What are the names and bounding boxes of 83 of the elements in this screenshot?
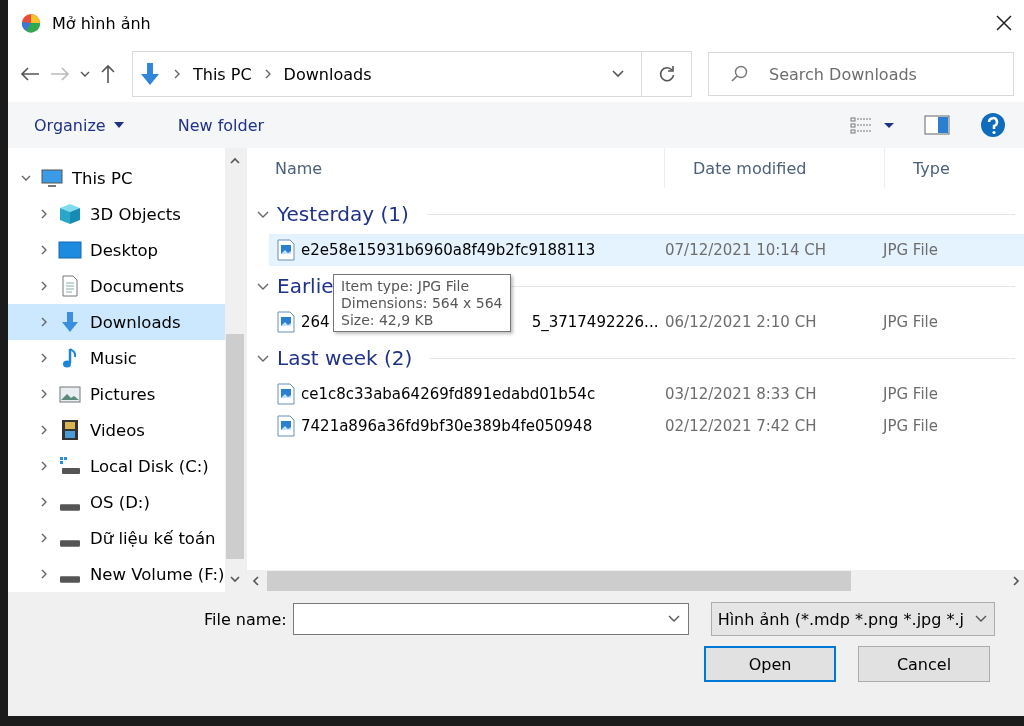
desktop-icon bbox=[58, 238, 82, 262]
type-cell-text: JPG File bbox=[883, 313, 939, 331]
file-name: ce1c8c33aba64269fd891edabd01b54c bbox=[301, 385, 596, 403]
window-title: Mở hình ảnh bbox=[52, 13, 152, 33]
help-icon[interactable] bbox=[980, 112, 1006, 138]
folder-tree-item[interactable]: Desktop bbox=[8, 232, 225, 268]
open-button[interactable]: Open bbox=[704, 646, 836, 682]
new-folder-button[interactable]: New folder bbox=[165, 111, 277, 139]
organize-button[interactable]: Organize bbox=[22, 111, 136, 139]
date-cell-text: 06/12/2021 2:10 CH bbox=[665, 313, 818, 331]
preview-pane-icon[interactable] bbox=[924, 115, 950, 135]
folder-tree-item[interactable]: Documents bbox=[8, 268, 225, 304]
image-file-icon bbox=[277, 383, 295, 405]
type-cell-text: JPG File bbox=[883, 385, 939, 403]
file-name: 7421a896a36fd9bf30e389b4fe050948 bbox=[301, 417, 593, 435]
date-cell-text: 07/12/2021 10:14 CH bbox=[665, 241, 827, 259]
tooltip-line: Dimensions: 564 x 564 bbox=[341, 295, 503, 311]
breadcrumb-item[interactable]: Downloads bbox=[283, 64, 372, 84]
tooltip-line: Item type: JPG File bbox=[341, 278, 471, 294]
caret-icon bbox=[113, 122, 124, 128]
scroll-right-icon[interactable] bbox=[1011, 575, 1021, 587]
scroll-up-icon[interactable] bbox=[229, 156, 242, 166]
app-logo-icon bbox=[20, 12, 42, 34]
file-row[interactable]: e2e58e15931b6960a8f49b2fc9188113 07/12/2021 10:14 CH JPG File bbox=[269, 234, 1024, 266]
breadcrumb-item[interactable]: This PC bbox=[193, 64, 252, 84]
group-header[interactable]: Earlie bbox=[277, 274, 334, 298]
folder-tree-item[interactable]: Videos bbox=[8, 412, 225, 448]
folder-tree-item[interactable]: Local Disk (C:) bbox=[8, 448, 225, 484]
close-icon[interactable] bbox=[996, 15, 1012, 31]
chevron-right-icon bbox=[173, 68, 181, 80]
folder-tree-item[interactable]: Pictures bbox=[8, 376, 225, 412]
image-file-icon bbox=[277, 239, 295, 261]
forward-arrow-icon bbox=[50, 66, 70, 82]
chevron-down-icon[interactable] bbox=[611, 69, 625, 79]
scrollbar-thumb[interactable] bbox=[267, 571, 851, 591]
file-type-dropdown[interactable]: Hình ảnh (*.mdp *.png *.jpg *.j bbox=[710, 602, 995, 636]
date-cell-text: 02/12/2021 7:42 CH bbox=[665, 417, 818, 435]
up-arrow-icon bbox=[100, 64, 116, 84]
image-file-icon bbox=[277, 311, 295, 333]
computer-icon bbox=[40, 166, 64, 190]
chevron-down-icon[interactable] bbox=[666, 614, 681, 624]
drive-icon bbox=[60, 575, 80, 583]
image-file-icon bbox=[277, 415, 295, 437]
back-arrow-icon bbox=[20, 66, 40, 82]
folder-tree-item[interactable]: OS (D:) bbox=[8, 484, 225, 520]
folder-tree-item[interactable]: Music bbox=[8, 340, 225, 376]
address-bar[interactable]: This PC Downloads bbox=[132, 51, 692, 97]
cancel-button[interactable]: Cancel bbox=[858, 646, 990, 682]
date-cell-text: 03/12/2021 8:33 CH bbox=[665, 385, 818, 403]
type-cell-text: JPG File bbox=[883, 241, 939, 259]
scrollbar-thumb[interactable] bbox=[226, 334, 245, 559]
group-header[interactable]: Yesterday (1) bbox=[277, 202, 409, 226]
folder-tree-item[interactable]: 3D Objects bbox=[8, 196, 225, 232]
drive-icon bbox=[60, 503, 80, 511]
folder-tree-item[interactable]: Dữ liệu kế toán bbox=[8, 520, 225, 556]
file-name-label: File name: bbox=[204, 609, 287, 629]
file-name-field[interactable] bbox=[292, 603, 689, 635]
type-cell-text: JPG File bbox=[883, 417, 939, 435]
scroll-left-icon[interactable] bbox=[251, 575, 261, 587]
search-field[interactable]: Search Downloads bbox=[708, 52, 1014, 96]
vertical-scrollbar[interactable] bbox=[224, 148, 246, 592]
horizontal-scrollbar[interactable] bbox=[247, 570, 1024, 592]
download-arrow-icon bbox=[139, 62, 161, 86]
file-name: 264 bbox=[301, 313, 330, 331]
cube-icon bbox=[58, 202, 82, 226]
chevron-right-icon bbox=[263, 68, 272, 80]
drive-icon bbox=[60, 539, 80, 547]
folder-tree-item[interactable]: Downloads bbox=[8, 304, 225, 340]
column-header[interactable]: Type bbox=[885, 148, 1024, 188]
scroll-down-icon[interactable] bbox=[229, 574, 242, 584]
column-header[interactable]: Name bbox=[247, 148, 665, 188]
view-options-icon[interactable] bbox=[850, 116, 894, 134]
tooltip-line: Size: 42,9 KB bbox=[341, 312, 435, 328]
group-header[interactable]: Last week (2) bbox=[277, 346, 413, 370]
refresh-icon bbox=[657, 65, 676, 83]
folder-tree-item[interactable]: This PC bbox=[8, 160, 225, 196]
file-name: 5_3717492226... bbox=[531, 313, 659, 331]
file-name: e2e58e15931b6960a8f49b2fc9188113 bbox=[301, 241, 596, 259]
column-header[interactable]: Date modified bbox=[665, 148, 885, 188]
chevron-down-icon bbox=[80, 70, 90, 78]
folder-tree-item[interactable]: New Volume (F:) bbox=[8, 556, 225, 592]
search-icon bbox=[730, 65, 748, 83]
chevron-down-icon bbox=[973, 614, 988, 624]
